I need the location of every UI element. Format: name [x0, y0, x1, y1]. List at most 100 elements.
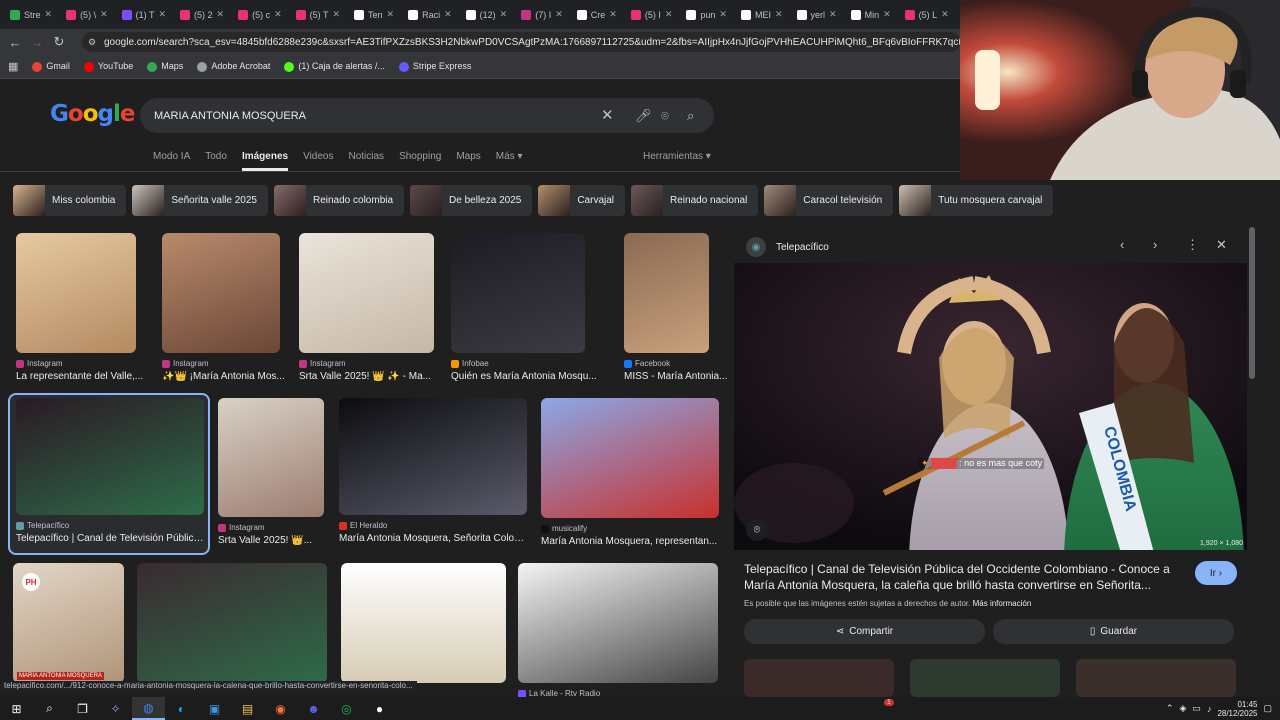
- more-options-icon[interactable]: ⋮: [1186, 237, 1199, 253]
- notification-badge[interactable]: 1: [883, 699, 894, 706]
- tab-close-icon[interactable]: ✕: [387, 9, 395, 20]
- volume-icon[interactable]: ♪: [1207, 704, 1212, 714]
- suggestion-chip[interactable]: Tutu mosquera carvajal: [899, 185, 1054, 216]
- image-result[interactable]: musicalify María Antonia Mosquera, repres…: [541, 398, 719, 547]
- image-result[interactable]: Instagram Srta Valle 2025! 👑 ✨ - Ma...: [299, 233, 434, 382]
- bookmark-item[interactable]: Adobe Acrobat: [197, 61, 270, 72]
- bookmark-item[interactable]: Stripe Express: [398, 61, 471, 72]
- image-result[interactable]: Telepacífico Telepacífico | Canal de Tele…: [16, 398, 204, 544]
- tab-close-icon[interactable]: ✕: [274, 9, 282, 20]
- image-result[interactable]: [341, 563, 506, 683]
- chrome-icon[interactable]: ◍: [132, 697, 165, 720]
- result-thumbnail[interactable]: [16, 233, 136, 353]
- browser-tab[interactable]: Cre ✕: [571, 4, 623, 26]
- forward-icon[interactable]: →: [26, 35, 48, 50]
- scrollbar[interactable]: [1249, 227, 1255, 379]
- close-icon[interactable]: ✕: [1216, 237, 1227, 253]
- browser-tab[interactable]: (7) I✕: [515, 4, 569, 26]
- result-thumbnail[interactable]: [16, 398, 204, 515]
- result-thumbnail[interactable]: [624, 233, 709, 353]
- browser-tab[interactable]: pun ✕: [680, 4, 733, 26]
- tab-close-icon[interactable]: ✕: [829, 9, 837, 20]
- result-caption[interactable]: Quién es María Antonia Mosqu...: [451, 371, 636, 382]
- result-thumbnail[interactable]: [451, 233, 585, 353]
- tab-close-icon[interactable]: ✕: [444, 9, 452, 20]
- image-result[interactable]: Infobae Quién es María Antonia Mosqu...: [451, 233, 597, 382]
- panel-source[interactable]: Telepacífico: [776, 242, 829, 253]
- bookmark-item[interactable]: Gmail: [32, 61, 70, 72]
- browser-tab[interactable]: MEI ✕: [735, 4, 789, 26]
- site-info-icon[interactable]: ⚙: [88, 37, 96, 48]
- image-result[interactable]: [137, 563, 327, 683]
- tab-close-icon[interactable]: ✕: [941, 9, 949, 20]
- more-info-link[interactable]: Más información: [973, 599, 1032, 608]
- browser-tab[interactable]: Raci ✕: [402, 4, 458, 26]
- result-thumbnail[interactable]: [162, 233, 280, 353]
- tab-close-icon[interactable]: ✕: [217, 9, 225, 20]
- clock[interactable]: 01:45 28/12/2025: [1217, 700, 1257, 718]
- back-icon[interactable]: ←: [4, 35, 26, 50]
- image-result[interactable]: Instagram Srta Valle 2025! 👑...: [218, 398, 324, 546]
- tab-close-icon[interactable]: ✕: [555, 9, 563, 20]
- bookmark-item[interactable]: Maps: [147, 61, 183, 72]
- tab-close-icon[interactable]: ✕: [665, 9, 673, 20]
- tab-close-icon[interactable]: ✕: [883, 9, 891, 20]
- result-thumbnail[interactable]: [341, 563, 506, 683]
- obs-icon[interactable]: ●: [363, 697, 396, 720]
- browser-tab[interactable]: Stre ✕: [4, 4, 58, 26]
- result-thumbnail[interactable]: [339, 398, 527, 515]
- share-button[interactable]: ⋖ Compartir: [744, 619, 985, 644]
- explorer-icon[interactable]: ▤: [231, 697, 264, 720]
- tab-close-icon[interactable]: ✕: [158, 9, 166, 20]
- chevron-up-icon[interactable]: ⌃: [1166, 703, 1174, 714]
- search-icon[interactable]: ⌕: [33, 697, 66, 720]
- result-thumbnail[interactable]: [218, 398, 324, 517]
- store-icon[interactable]: ▣: [198, 697, 231, 720]
- image-result[interactable]: La Kalle - Rtv Radio: [518, 563, 718, 697]
- spotify-icon[interactable]: ◎: [330, 697, 363, 720]
- browser-tab[interactable]: (5) 2 ✕: [174, 4, 230, 26]
- browser-tab[interactable]: (5) L ✕: [899, 4, 955, 26]
- image-result[interactable]: Facebook MISS - María Antonia...: [624, 233, 727, 382]
- result-caption[interactable]: Telepacífico | Canal de Televisión Públi…: [16, 533, 204, 544]
- browser-tab[interactable]: (5) \ ✕: [60, 4, 114, 26]
- tab-close-icon[interactable]: ✕: [500, 9, 508, 20]
- result-caption[interactable]: MISS - María Antonia...: [624, 371, 730, 382]
- url-field[interactable]: ⚙ google.com/search?sca_esv=4845bfd6288e…: [82, 32, 960, 52]
- browser-tab[interactable]: Min ✕: [845, 4, 897, 26]
- tab-close-icon[interactable]: ✕: [100, 9, 108, 20]
- discord-icon[interactable]: ☻: [297, 697, 330, 720]
- windows-icon[interactable]: ⊞: [0, 697, 33, 720]
- battery-icon[interactable]: ▭: [1192, 703, 1201, 714]
- result-thumbnail[interactable]: [541, 398, 719, 518]
- next-icon[interactable]: ›: [1153, 237, 1157, 252]
- image-result[interactable]: Instagram ✨👑 ¡María Antonia Mos...: [162, 233, 285, 382]
- result-thumbnail[interactable]: PH MARIA ANTONIA MOSQUERA: [13, 563, 124, 683]
- apps-grid-icon[interactable]: ▦: [8, 60, 18, 73]
- browser-tab[interactable]: (1) T ✕: [116, 4, 172, 26]
- panel-title[interactable]: Telepacífico | Canal de Televisión Públi…: [744, 561, 1174, 593]
- lens-search-icon[interactable]: ⌾: [746, 519, 768, 541]
- edge-icon[interactable]: ◐: [165, 697, 198, 720]
- result-thumbnail[interactable]: [518, 563, 718, 683]
- result-thumbnail[interactable]: [137, 563, 327, 683]
- save-button[interactable]: ▯ Guardar: [993, 619, 1234, 644]
- browser-tab[interactable]: (5) I ✕: [625, 4, 679, 26]
- visit-button[interactable]: Ir ›: [1195, 561, 1237, 585]
- tab-close-icon[interactable]: ✕: [719, 9, 727, 20]
- tab-close-icon[interactable]: ✕: [45, 9, 53, 20]
- firefox-icon[interactable]: ◉: [264, 697, 297, 720]
- network-icon[interactable]: ◈: [1180, 703, 1187, 714]
- tab-close-icon[interactable]: ✕: [775, 9, 783, 20]
- suggestion-chip[interactable]: Caracol televisión: [764, 185, 894, 216]
- bookmark-item[interactable]: (1) Caja de alertas /...: [284, 61, 385, 72]
- reload-icon[interactable]: ↻: [48, 34, 70, 50]
- copilot-icon[interactable]: ✧: [99, 697, 132, 720]
- related-image[interactable]: [744, 659, 894, 697]
- result-thumbnail[interactable]: [299, 233, 434, 353]
- result-caption[interactable]: María Antonia Mosquera, representan...: [541, 536, 726, 547]
- image-result[interactable]: El Heraldo María Antonia Mosquera, Señori…: [339, 398, 527, 544]
- browser-tab[interactable]: (5) c ✕: [232, 4, 288, 26]
- bookmark-item[interactable]: YouTube: [83, 61, 133, 72]
- image-result[interactable]: PH MARIA ANTONIA MOSQUERA: [13, 563, 124, 683]
